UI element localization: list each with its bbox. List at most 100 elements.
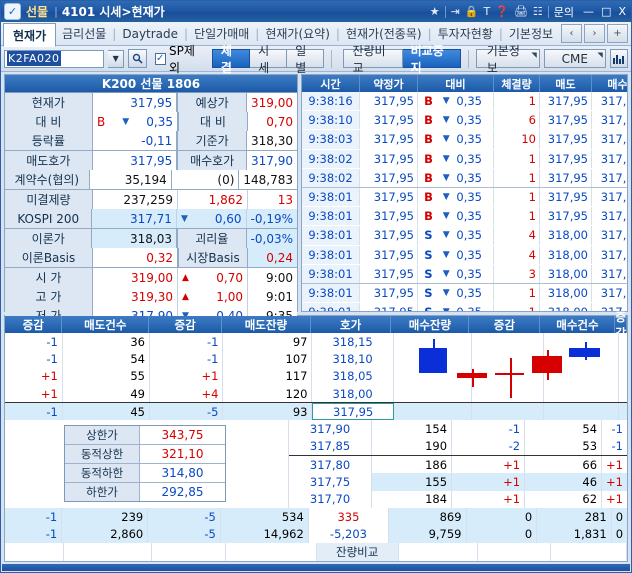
quote-row-change: 대 비 B ▼ 0,35 대 비 0,70 bbox=[5, 112, 297, 131]
high-time: 9:01 bbox=[248, 287, 297, 306]
toolbar-divider-1 bbox=[331, 49, 333, 68]
tab-next-button[interactable]: › bbox=[584, 24, 605, 43]
trade-change: B ▼ 0,35 bbox=[418, 187, 494, 207]
print-icon[interactable]: 🖨 bbox=[514, 6, 528, 17]
search-icon[interactable] bbox=[128, 49, 147, 68]
order-book-bid-row[interactable]: 317,80 186 +1 66 +1 bbox=[289, 456, 627, 474]
trade-time: 9:38:01 bbox=[302, 245, 360, 264]
tab-prev-button[interactable]: ‹ bbox=[561, 24, 582, 43]
trade-list-header: 시간 약정가 대비 체결량 매도 매수 bbox=[302, 75, 627, 92]
list-icon[interactable]: ☷ bbox=[533, 6, 543, 17]
trade-row[interactable]: 9:38:16317,95B▼0,351317,95317,90 bbox=[302, 92, 627, 111]
trade-bid: 317,90 bbox=[600, 132, 627, 147]
bid-qty: 184 bbox=[372, 490, 453, 508]
trade-change: S ▼ 0,35 bbox=[418, 264, 494, 283]
high-change: 1,00 bbox=[216, 289, 243, 304]
order-book-bid-row[interactable]: 317,90 154 -1 54 -1 bbox=[289, 420, 627, 438]
symbol-input[interactable]: K2FA020 bbox=[4, 49, 105, 68]
minimize-button[interactable]: — bbox=[583, 5, 594, 18]
trade-time: 9:38:02 bbox=[302, 168, 360, 187]
maximize-button[interactable]: □ bbox=[601, 5, 611, 18]
footer-cell-4 bbox=[226, 542, 317, 561]
candle-body bbox=[457, 373, 487, 378]
close-button[interactable]: X bbox=[618, 5, 626, 18]
basic-info-label: 기본정보 bbox=[486, 43, 520, 75]
footer-cell-2 bbox=[64, 542, 152, 561]
trade-time: 9:38:02 bbox=[302, 149, 360, 168]
basic-info-button[interactable]: 기본정보 ◥ bbox=[475, 44, 540, 75]
sp-exclude-label: SP제외 bbox=[168, 43, 195, 75]
trade-ask: 318,00 bbox=[540, 303, 592, 311]
arrow-down-icon: ▼ bbox=[442, 211, 450, 222]
open-interest-change: 1,862 bbox=[178, 190, 248, 209]
trade-time: 9:38:01 bbox=[302, 226, 360, 245]
cme-button[interactable]: CME ◥ bbox=[543, 49, 606, 68]
book-price[interactable]: 317,90 bbox=[289, 420, 373, 438]
trade-change-value: 0,35 bbox=[456, 285, 482, 300]
main-content: K200 선물 1806 현재가 317,95 예상가 319,00 대 비 B… bbox=[1, 72, 631, 572]
text-icon[interactable]: T bbox=[484, 6, 491, 17]
trade-row[interactable]: 9:38:02317,95B▼0,351317,95317,90 bbox=[302, 149, 627, 169]
export-icon[interactable]: ⇥ bbox=[451, 6, 460, 17]
lock-icon[interactable]: 🔒 bbox=[465, 6, 479, 17]
expected-price-value: 319,00 bbox=[247, 93, 297, 112]
ask-qty-change: -1 bbox=[150, 333, 224, 351]
window-title: 4101 시세>현재가 bbox=[61, 5, 165, 19]
dynamic-lower-label: 동적하한 bbox=[65, 464, 140, 483]
trade-row[interactable]: 9:38:01317,95S▼0,354318,00317,95 bbox=[302, 226, 627, 245]
trade-change: B ▼ 0,35 bbox=[418, 207, 494, 226]
footer-cell-6 bbox=[399, 542, 479, 561]
trade-row[interactable]: 9:38:01317,95B▼0,351317,95317,90 bbox=[302, 187, 627, 207]
tab-current-price[interactable]: 현재가 bbox=[3, 23, 57, 47]
order-book-bid-row[interactable]: 317,70 184 +1 62 +1 bbox=[289, 490, 627, 508]
limit-row-dyn-upper: 동적상한 321,10 bbox=[65, 445, 225, 465]
tab-bar: 현재가 금리선물 | Daytrade | 단일가매매 | 현재가(요약) | … bbox=[1, 22, 631, 47]
trade-row[interactable]: 9:38:10317,95B▼0,356317,95317,90 bbox=[302, 111, 627, 130]
chevron-down-icon[interactable]: ▼ bbox=[108, 49, 125, 68]
book-price[interactable]: 317,75 bbox=[289, 473, 373, 491]
quote-panel: K200 선물 1806 현재가 317,95 예상가 319,00 대 비 B… bbox=[4, 74, 298, 325]
segment-trade[interactable]: 체결 bbox=[211, 44, 251, 75]
candlestick-5 bbox=[569, 328, 600, 416]
order-book-bid-row[interactable]: 317,85 190 -2 53 -1 bbox=[289, 437, 627, 457]
total-bid-count: 281 bbox=[537, 507, 612, 526]
tab-nav-group: ‹ › + bbox=[561, 22, 631, 45]
view-mode-segment: 체결 시세 일별 bbox=[211, 44, 325, 75]
sp-exclude-checkbox[interactable]: ✓ bbox=[154, 52, 166, 65]
trade-row[interactable]: 9:38:01317,95S▼0,354318,00317,95 bbox=[302, 245, 627, 265]
help-icon[interactable]: ❓ bbox=[495, 6, 509, 17]
tab-rate-futures[interactable]: 금리선물 bbox=[56, 22, 112, 45]
book-price[interactable]: 317,85 bbox=[289, 437, 373, 456]
segment-compare-stop[interactable]: 비교중지 bbox=[402, 44, 461, 75]
book-price[interactable]: 317,80 bbox=[289, 456, 373, 474]
footer-cell-7 bbox=[478, 542, 551, 561]
high-change-cell: ▲ 1,00 bbox=[178, 287, 248, 306]
trade-row[interactable]: 9:38:01317,95S▼0,353318,00317,95 bbox=[302, 264, 627, 284]
segment-quote[interactable]: 시세 bbox=[250, 44, 288, 75]
arrow-down-icon: ▼ bbox=[442, 115, 450, 126]
total-ask-qty-chg: -5 bbox=[148, 507, 221, 526]
trade-row[interactable]: 9:38:02317,95B▼0,351317,95317,90 bbox=[302, 168, 627, 188]
trade-row[interactable]: 9:38:01317,95S▼0,351318,00317,95 bbox=[302, 283, 627, 303]
segment-balance-compare[interactable]: 잔량비교 bbox=[343, 44, 403, 75]
order-book-bid-row[interactable]: 317,75 155 +1 46 +1 bbox=[289, 473, 627, 491]
contracts-value: 35,194 bbox=[89, 170, 172, 189]
trade-list-body[interactable]: 9:38:16317,95B▼0,351317,95317,909:38:103… bbox=[302, 92, 627, 311]
star-icon[interactable]: ★ bbox=[430, 6, 440, 17]
order-book-bid-rows[interactable]: 317,90 154 -1 54 -1 317,85 190 -2 53 -1 317,80 186 +… bbox=[289, 420, 627, 508]
current-price-value: 317,95 bbox=[92, 93, 178, 112]
tab-add-button[interactable]: + bbox=[607, 24, 628, 43]
bid-qty: 154 bbox=[372, 420, 453, 438]
expected-price-label: 예상가 bbox=[177, 93, 247, 112]
segment-daily[interactable]: 일별 bbox=[287, 44, 325, 75]
lower-limit-label: 하한가 bbox=[65, 483, 140, 502]
trade-row[interactable]: 9:38:03317,95B▼0,3510317,95317,90 bbox=[302, 130, 627, 149]
ask-qty-change: +1 bbox=[150, 367, 224, 385]
trade-row[interactable]: 9:38:01317,95S▼0,351318,00317,95 bbox=[302, 303, 627, 311]
bid-count: 54 bbox=[525, 420, 603, 438]
col-ask: 매도 bbox=[540, 75, 592, 92]
trade-row[interactable]: 9:38:01317,95B▼0,351317,95317,90 bbox=[302, 207, 627, 226]
bar-chart-icon[interactable] bbox=[609, 49, 628, 68]
book-price[interactable]: 317,70 bbox=[289, 490, 373, 508]
inquiry-button[interactable]: 문의 bbox=[554, 4, 574, 20]
